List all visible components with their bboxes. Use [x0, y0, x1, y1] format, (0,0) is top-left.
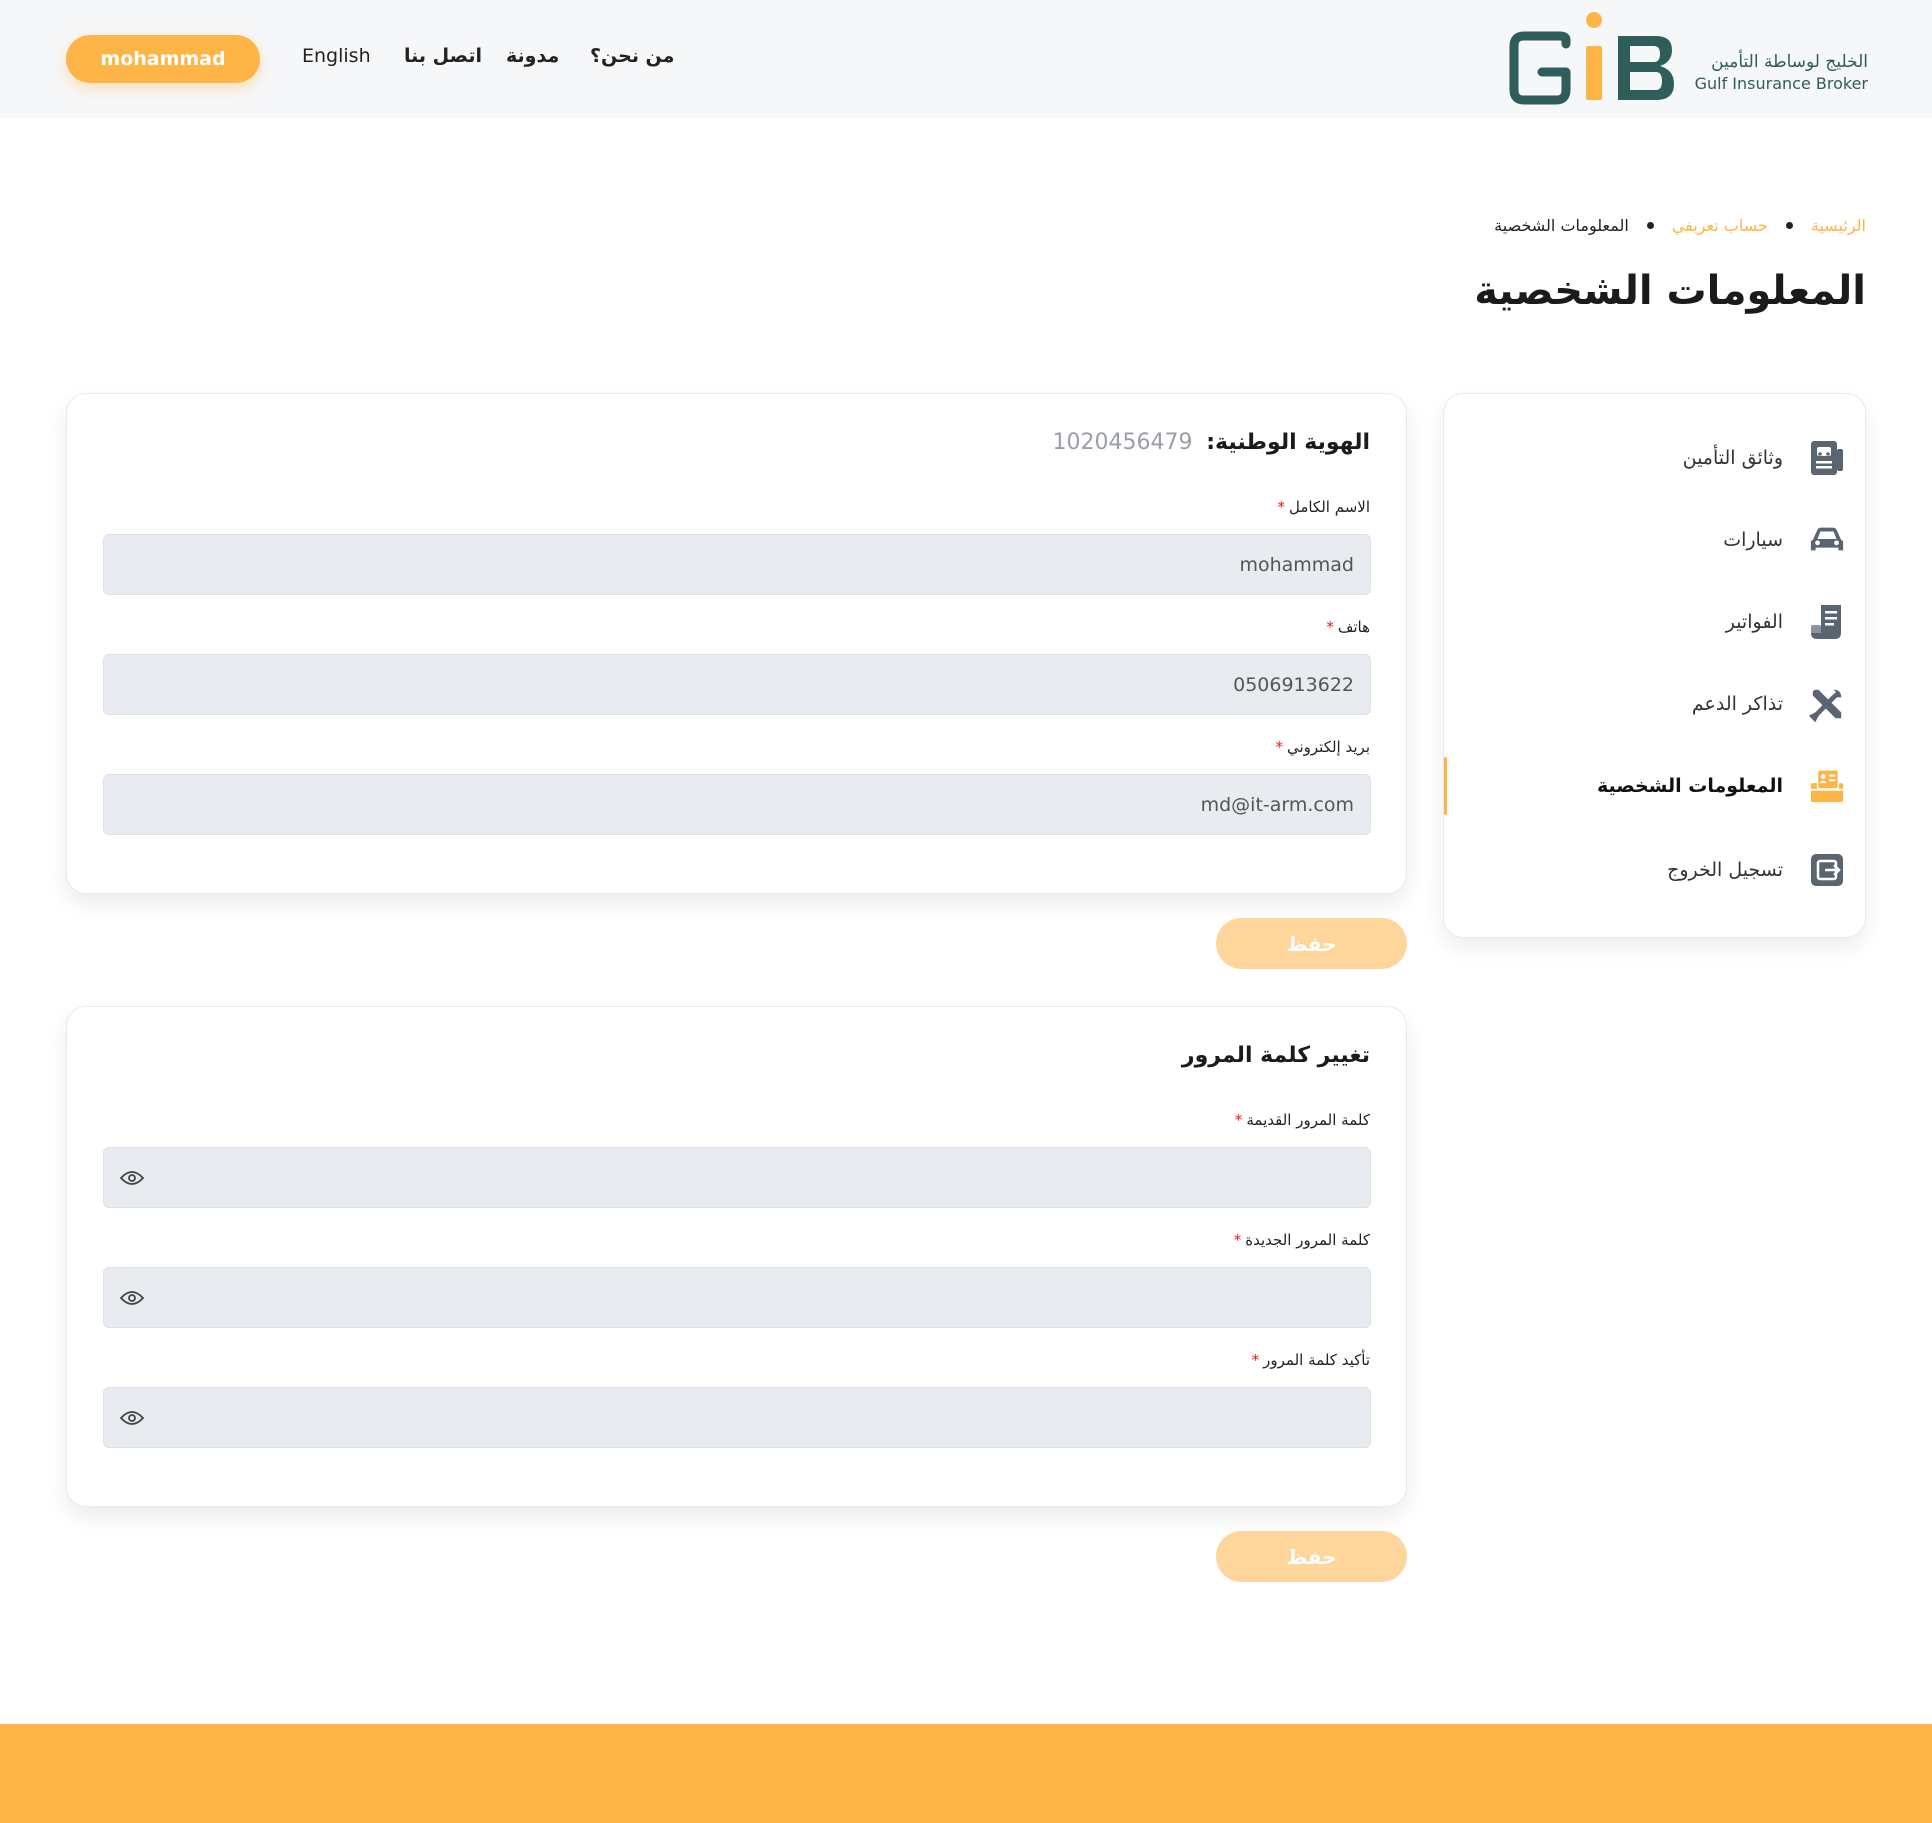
sidebar-item-insurance-documents[interactable]: وثائق التأمين — [1444, 429, 1867, 487]
national-id-label: الهوية الوطنية: — [1206, 430, 1370, 455]
required-mark: * — [1251, 1351, 1260, 1369]
email-value: md@it-arm.com — [1200, 793, 1354, 816]
required-mark: * — [1275, 738, 1283, 756]
logo-text-arabic: الخليج لوساطة التأمين — [1711, 52, 1868, 72]
eye-icon[interactable] — [120, 1285, 146, 1311]
phone-value: 0506913622 — [1233, 673, 1354, 696]
user-menu-button[interactable]: mohammad — [66, 35, 260, 83]
old-password-label: كلمة المرور القديمة* — [1235, 1111, 1370, 1129]
national-id-value: 1020456479 — [1052, 430, 1193, 455]
active-indicator — [1444, 757, 1447, 815]
language-switch-link[interactable]: English — [302, 45, 371, 73]
new-password-label-text: كلمة المرور الجديدة — [1245, 1231, 1370, 1249]
sidebar-item-logout[interactable]: تسجيل الخروج — [1444, 841, 1867, 899]
sidebar-item-label: الفواتير — [1725, 611, 1783, 633]
full-name-label-text: الاسم الكامل — [1288, 498, 1370, 516]
required-mark: * — [1326, 618, 1334, 636]
national-id-heading: الهوية الوطنية: 1020456479 — [1053, 430, 1370, 455]
full-name-label: الاسم الكامل* — [1277, 498, 1370, 516]
change-password-title: تغيير كلمة المرور — [1181, 1043, 1370, 1068]
required-mark: * — [1233, 1231, 1242, 1249]
save-password-button[interactable]: حفظ — [1216, 1531, 1407, 1582]
sidebar-item-support-tickets[interactable]: تذاكر الدعم — [1444, 675, 1867, 733]
breadcrumb: الرئيسية حساب تعريفي المعلومات الشخصية — [1494, 212, 1866, 238]
eye-icon[interactable] — [120, 1405, 146, 1431]
old-password-input[interactable] — [103, 1147, 1371, 1208]
nav-about-link[interactable]: من نحن؟ — [590, 45, 674, 73]
top-header: mohammad English اتصل بنا مدونة من نحن؟ … — [0, 0, 1932, 118]
change-password-card: تغيير كلمة المرور كلمة المرور القديمة* ك… — [66, 1006, 1407, 1507]
sidebar-item-invoices[interactable]: الفواتير — [1444, 593, 1867, 651]
breadcrumb-profile[interactable]: حساب تعريفي — [1672, 216, 1768, 235]
phone-label: هاتف* — [1326, 618, 1370, 636]
breadcrumb-home[interactable]: الرئيسية — [1811, 216, 1866, 235]
logo-text-english: Gulf Insurance Broker — [1694, 74, 1868, 93]
insurance-documents-icon — [1809, 440, 1845, 476]
save-personal-info-button[interactable]: حفظ — [1216, 918, 1407, 969]
invoice-icon — [1809, 604, 1845, 640]
sidebar-item-personal-info[interactable]: المعلومات الشخصية — [1444, 757, 1867, 815]
sidebar-item-label: سيارات — [1723, 529, 1783, 551]
logout-icon — [1809, 852, 1845, 888]
nav-blog-link[interactable]: مدونة — [506, 45, 559, 73]
required-mark: * — [1234, 1111, 1243, 1129]
sidebar-item-label: المعلومات الشخصية — [1596, 775, 1783, 797]
sidebar-item-label: وثائق التأمين — [1682, 447, 1783, 469]
footer-band — [0, 1724, 1932, 1823]
id-card-icon — [1809, 768, 1845, 804]
breadcrumb-separator — [1785, 221, 1793, 229]
page-title: المعلومات الشخصية — [1474, 268, 1866, 314]
phone-label-text: هاتف — [1337, 618, 1370, 636]
eye-icon[interactable] — [120, 1165, 146, 1191]
new-password-label: كلمة المرور الجديدة* — [1234, 1231, 1370, 1249]
full-name-field[interactable]: mohammad — [103, 534, 1371, 595]
sidebar-item-label: تسجيل الخروج — [1667, 859, 1783, 881]
confirm-password-label-text: تأكيد كلمة المرور — [1263, 1351, 1370, 1369]
nav-contact-link[interactable]: اتصل بنا — [404, 45, 482, 73]
confirm-password-input[interactable] — [103, 1387, 1371, 1448]
gib-logo[interactable] — [1506, 10, 1682, 110]
confirm-password-label: تأكيد كلمة المرور* — [1252, 1351, 1370, 1369]
sidebar-item-label: تذاكر الدعم — [1691, 693, 1783, 715]
old-password-label-text: كلمة المرور القديمة — [1246, 1111, 1370, 1129]
breadcrumb-separator — [1646, 221, 1654, 229]
email-label-text: بريد إلكتروني — [1286, 738, 1370, 756]
email-field[interactable]: md@it-arm.com — [103, 774, 1371, 835]
car-icon — [1809, 522, 1845, 558]
sidebar-item-cars[interactable]: سيارات — [1444, 511, 1867, 569]
full-name-value: mohammad — [1239, 553, 1354, 576]
new-password-input[interactable] — [103, 1267, 1371, 1328]
phone-field[interactable]: 0506913622 — [103, 654, 1371, 715]
breadcrumb-current: المعلومات الشخصية — [1494, 215, 1629, 235]
email-label: بريد إلكتروني* — [1275, 738, 1370, 756]
account-sidebar: وثائق التأمين سيارات الفواتير تذاكر الدع… — [1443, 393, 1866, 938]
personal-info-card: الهوية الوطنية: 1020456479 الاسم الكامل*… — [66, 393, 1407, 894]
tools-icon — [1809, 686, 1845, 723]
required-mark: * — [1277, 498, 1285, 516]
